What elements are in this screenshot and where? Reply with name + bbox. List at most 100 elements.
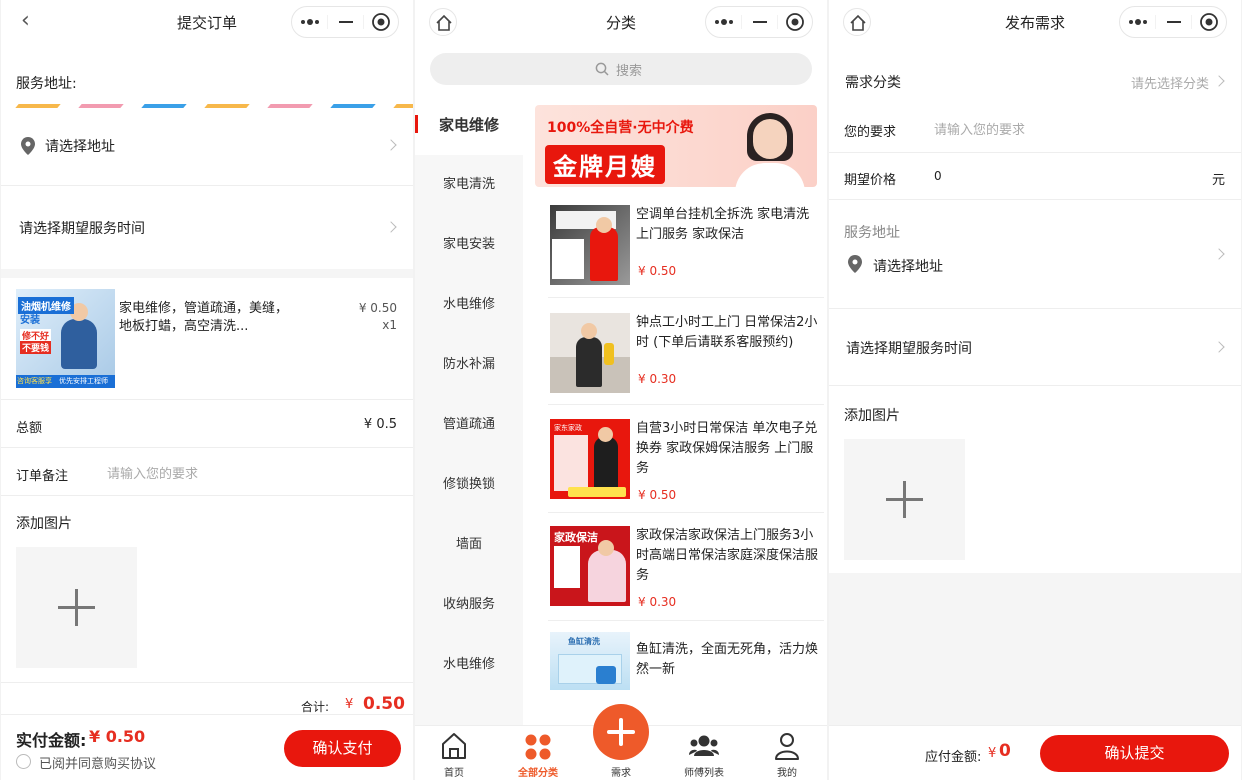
address-selector[interactable]: 请选择地址	[1, 120, 413, 170]
plus-icon	[593, 704, 649, 760]
thumb-tag: 不要钱	[20, 341, 52, 354]
sidebar-item[interactable]: 家电安装	[415, 215, 523, 275]
address-heading: 服务地址	[844, 225, 900, 241]
thumb-label: 家东家政	[554, 424, 582, 432]
product-price: ¥ 0.30	[638, 372, 677, 386]
search-input[interactable]: 搜索	[430, 53, 812, 85]
nav-bar: ‹ 提交订单	[1, 0, 413, 44]
due-currency: ¥	[988, 746, 997, 761]
sidebar-item[interactable]: 管道疏通	[415, 395, 523, 455]
submit-bar: 应付金额: ¥ 0 确认提交	[829, 725, 1241, 780]
tab-profile[interactable]: 我的	[757, 730, 817, 780]
price-input[interactable]: 0	[934, 169, 1184, 187]
minimize-icon[interactable]	[742, 7, 779, 37]
chevron-right-icon	[1213, 248, 1225, 260]
tab-demand[interactable]: 需求	[591, 704, 651, 780]
thumb-tag: 咨询客服享	[17, 377, 52, 385]
category-label: 需求分类	[845, 75, 901, 91]
nav-bar: 发布需求	[829, 0, 1241, 44]
price-unit: 元	[1211, 173, 1225, 188]
divider	[829, 308, 1241, 309]
close-target-icon[interactable]	[1192, 7, 1228, 37]
more-icon[interactable]	[706, 7, 743, 37]
address-selector[interactable]: 请选择地址	[829, 242, 1241, 288]
close-target-icon[interactable]	[778, 7, 814, 37]
stripe-4	[204, 104, 250, 108]
product-price: ¥ 0.50	[638, 488, 677, 502]
service-time-selector[interactable]: 请选择期望服务时间	[1, 200, 413, 254]
agree-text[interactable]: 已阅并同意购买协议	[39, 753, 156, 772]
user-icon	[775, 733, 799, 760]
home-icon	[442, 733, 466, 759]
requirement-input[interactable]: 请输入您的要求	[934, 119, 1224, 139]
divider	[1, 447, 413, 448]
sidebar-item[interactable]: 水电维修	[415, 635, 523, 695]
total-label: 总额	[16, 421, 43, 436]
banner-line2: 金牌月嫂	[545, 145, 665, 184]
more-icon[interactable]	[1120, 7, 1157, 37]
minimize-icon[interactable]	[1156, 7, 1193, 37]
product-title: 家政保洁家政保洁上门服务3小时高端日常保洁家庭深度保洁服务	[636, 528, 819, 583]
confirm-submit-button[interactable]: 确认提交	[1040, 735, 1229, 772]
product-thumb: 家东家政	[550, 419, 630, 499]
minimize-icon[interactable]	[328, 7, 365, 37]
location-pin-icon	[21, 137, 35, 155]
nav-bar: 分类	[415, 0, 827, 44]
divider	[1, 682, 413, 683]
divider	[829, 385, 1241, 386]
agree-checkbox[interactable]	[16, 754, 31, 769]
divider	[1, 495, 413, 496]
divider	[829, 199, 1241, 200]
product-item[interactable]: 鱼缸清洗 鱼缸清洗，全面无死角，活力焕然一新	[548, 632, 824, 692]
address-placeholder: 请选择地址	[45, 139, 115, 155]
product-qty: x1	[382, 318, 397, 332]
sidebar-item[interactable]: 防水补漏	[415, 335, 523, 395]
divider	[548, 404, 824, 405]
thumb-label: 鱼缸清洗	[568, 637, 600, 646]
demand-category-selector[interactable]: 需求分类 请先选择分类	[829, 58, 1241, 104]
product-item[interactable]: 钟点工小时工上门 日常保洁2小时 (下单后请联系客服预约) ¥ 0.30	[548, 313, 824, 403]
confirm-pay-button[interactable]: 确认支付	[284, 730, 401, 767]
promo-banner[interactable]: 100%全自营·无中介费 金牌月嫂	[535, 105, 817, 187]
search-placeholder: 搜索	[616, 64, 643, 79]
note-input[interactable]: 请输入您的要求	[107, 463, 397, 483]
divider	[548, 512, 824, 513]
sidebar-item[interactable]: 收纳服务	[415, 575, 523, 635]
stripe-7	[393, 104, 413, 108]
chevron-right-icon	[385, 221, 397, 233]
location-pin-icon	[848, 255, 862, 273]
sidebar-item[interactable]: 墙面	[415, 515, 523, 575]
address-heading: 服务地址:	[16, 76, 77, 92]
product-thumb: 鱼缸清洗	[550, 632, 630, 690]
product-title: 空调单台挂机全拆洗 家电清洗上门服务 家政保洁	[636, 207, 810, 242]
requirement-label: 您的要求	[844, 125, 897, 140]
add-image-button[interactable]	[844, 439, 965, 560]
tab-workers[interactable]: 师傅列表	[674, 730, 734, 780]
address-placeholder: 请选择地址	[873, 259, 943, 275]
chevron-right-icon	[1213, 75, 1225, 87]
sidebar-item[interactable]: 修锁换锁	[415, 455, 523, 515]
product-title: 钟点工小时工上门 日常保洁2小时 (下单后请联系客服预约)	[636, 315, 818, 350]
demand-screen: 发布需求 需求分类 请先选择分类 您的要求 请输入您的要求 期望价格 0 元 服…	[829, 0, 1241, 780]
product-item[interactable]: 家东家政 自营3小时日常保洁 单次电子兑换券 家政保姆保洁服务 上门服务 ¥ 0…	[548, 419, 824, 509]
divider	[829, 152, 1241, 153]
product-item[interactable]: 空调单台挂机全拆洗 家电清洗上门服务 家政保洁 ¥ 0.50	[548, 205, 824, 295]
divider	[548, 297, 824, 298]
price-label: 期望价格	[844, 173, 897, 188]
tab-home[interactable]: 首页	[424, 730, 484, 780]
product-item[interactable]: 家政保洁 家政保洁家政保洁上门服务3小时高端日常保洁家庭深度保洁服务 ¥ 0.3…	[548, 526, 824, 616]
sidebar-item[interactable]: 水电维修	[415, 275, 523, 335]
more-icon[interactable]	[292, 7, 329, 37]
subtotal-currency: ¥	[345, 697, 354, 712]
close-target-icon[interactable]	[364, 7, 400, 37]
mini-program-capsule	[1119, 6, 1227, 38]
service-time-placeholder: 请选择期望服务时间	[19, 221, 145, 237]
sidebar-item-active[interactable]: 家电维修	[415, 95, 523, 155]
sidebar-item[interactable]: 家电清洗	[415, 155, 523, 215]
banner-line1: 100%全自营·无中介费	[547, 120, 694, 136]
service-time-selector[interactable]: 请选择期望服务时间	[829, 322, 1241, 372]
tab-all-categories[interactable]: 全部分类	[508, 730, 568, 780]
thumb-tag: 优先安排工程师	[59, 377, 108, 385]
product-price: ¥ 0.30	[638, 595, 677, 609]
add-image-button[interactable]	[16, 547, 137, 668]
